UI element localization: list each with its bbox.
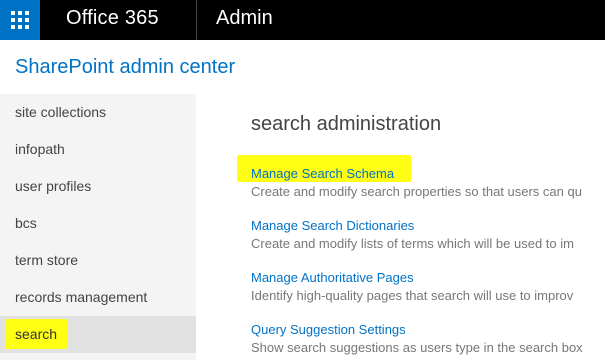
nav-item-term-store[interactable]: term store [0,242,196,279]
manage-authoritative-pages-link[interactable]: Manage Authoritative Pages [251,270,414,285]
app-launcher-button[interactable] [0,0,40,40]
nav-item-search[interactable]: search [0,316,196,353]
link-description: Create and modify search properties so t… [251,184,582,199]
nav-item-label: bcs [15,215,37,231]
left-nav: site collections infopath user profiles … [0,94,196,360]
nav-item-label: site collections [15,104,107,120]
office365-brand[interactable]: Office 365 [66,0,159,40]
nav-item-records-management[interactable]: records management [0,279,196,316]
nav-item-label: term store [15,252,79,268]
site-title[interactable]: SharePoint admin center [15,56,235,79]
admin-section-title[interactable]: Admin [216,0,273,40]
manage-search-dictionaries-link[interactable]: Manage Search Dictionaries [251,218,414,233]
query-suggestion-settings-link[interactable]: Query Suggestion Settings [251,322,406,337]
nav-item-label: search [5,319,68,349]
nav-item-label: user profiles [15,178,92,194]
waffle-icon [11,11,29,29]
manage-search-schema-link[interactable]: Manage Search Schema [251,166,394,181]
nav-item-label: records management [15,289,148,305]
admin-link-item: Manage Search Schema Create and modify s… [251,166,605,206]
page-title: search administration [251,113,442,135]
nav-item-infopath[interactable]: infopath [0,131,196,168]
link-description: Identify high-quality pages that search … [251,288,574,303]
admin-link-item: Query Suggestion Settings Show search su… [251,322,605,362]
link-description: Create and modify lists of terms which w… [251,236,574,251]
nav-item-bcs[interactable]: bcs [0,205,196,242]
admin-link-item: Manage Search Dictionaries Create and mo… [251,218,605,258]
nav-item-site-collections[interactable]: site collections [0,94,196,131]
admin-link-item: Manage Authoritative Pages Identify high… [251,270,605,310]
nav-item-user-profiles[interactable]: user profiles [0,168,196,205]
link-description: Show search suggestions as users type in… [251,340,583,355]
suite-bar-divider [196,0,197,40]
suite-bar: Office 365 Admin [0,0,605,40]
nav-item-label: infopath [15,141,65,157]
